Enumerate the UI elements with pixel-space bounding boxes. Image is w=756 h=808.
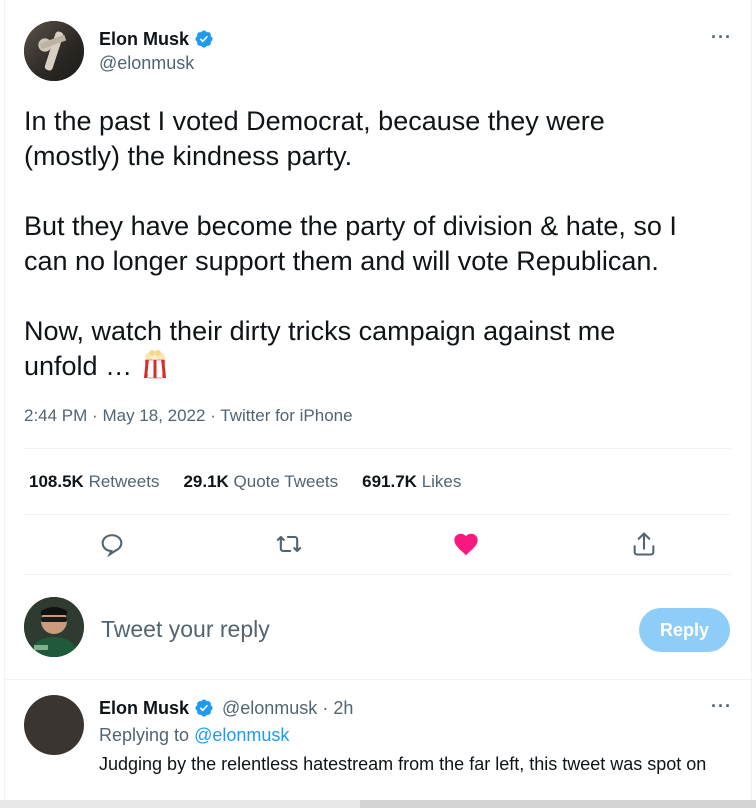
- replying-to-handle[interactable]: @elonmusk: [194, 725, 289, 745]
- divider: [24, 448, 731, 449]
- reply-icon[interactable]: [98, 530, 126, 558]
- tweet-text: In the past I voted Democrat, because th…: [24, 104, 724, 384]
- reply-author-avatar[interactable]: [24, 695, 84, 755]
- like-icon[interactable]: [452, 530, 480, 558]
- more-options-icon[interactable]: ···: [711, 696, 732, 717]
- retweets-stat[interactable]: 108.5K Retweets: [29, 472, 159, 492]
- divider: [24, 514, 731, 515]
- reply-author-handle[interactable]: @elonmusk: [222, 698, 317, 718]
- likes-label: Likes: [421, 472, 462, 491]
- share-icon[interactable]: [630, 530, 658, 558]
- verified-badge-icon: [195, 30, 213, 48]
- author-handle[interactable]: @elonmusk: [99, 53, 194, 74]
- divider: [4, 679, 752, 680]
- tweet-stats: 108.5K Retweets 29.1K Quote Tweets 691.7…: [29, 472, 461, 492]
- reply-tweet-text: Judging by the relentless hatestream fro…: [99, 754, 707, 774]
- reply-author-meta: @elonmusk · 2h: [222, 698, 353, 719]
- quote-tweets-count: 29.1K: [183, 472, 229, 491]
- tweet-time[interactable]: 2:44 PM: [24, 406, 87, 425]
- likes-stat[interactable]: 691.7K Likes: [362, 472, 461, 492]
- verified-badge-icon: [195, 699, 213, 717]
- tweet-source[interactable]: Twitter for iPhone: [220, 406, 352, 425]
- tweet-date[interactable]: May 18, 2022: [102, 406, 205, 425]
- retweet-icon[interactable]: [275, 530, 303, 558]
- meta-separator: ·: [92, 406, 98, 425]
- reply-author-name[interactable]: Elon Musk: [99, 698, 189, 719]
- current-user-avatar[interactable]: [24, 597, 84, 657]
- tweet-meta: 2:44 PM · May 18, 2022 · Twitter for iPh…: [24, 406, 353, 426]
- popcorn-icon: [140, 349, 170, 379]
- scrollbar-thumb[interactable]: [360, 800, 756, 808]
- divider: [24, 574, 731, 575]
- meta-separator: ·: [210, 406, 216, 425]
- quote-tweets-stat[interactable]: 29.1K Quote Tweets: [183, 472, 338, 492]
- replying-to-label: Replying to: [99, 725, 190, 745]
- reply-input[interactable]: Tweet your reply: [101, 616, 270, 643]
- meta-separator: ·: [322, 698, 329, 718]
- quote-tweets-label: Quote Tweets: [233, 472, 339, 491]
- likes-count: 691.7K: [362, 472, 417, 491]
- author-avatar[interactable]: [24, 21, 84, 81]
- replying-to: Replying to @elonmusk: [99, 725, 289, 746]
- author-name[interactable]: Elon Musk: [99, 29, 189, 50]
- retweets-count: 108.5K: [29, 472, 84, 491]
- reply-time[interactable]: 2h: [333, 698, 353, 718]
- tweet-text-content: In the past I voted Democrat, because th…: [24, 106, 677, 381]
- retweets-label: Retweets: [88, 472, 160, 491]
- more-options-icon[interactable]: ···: [711, 27, 732, 48]
- reply-button[interactable]: Reply: [639, 608, 730, 652]
